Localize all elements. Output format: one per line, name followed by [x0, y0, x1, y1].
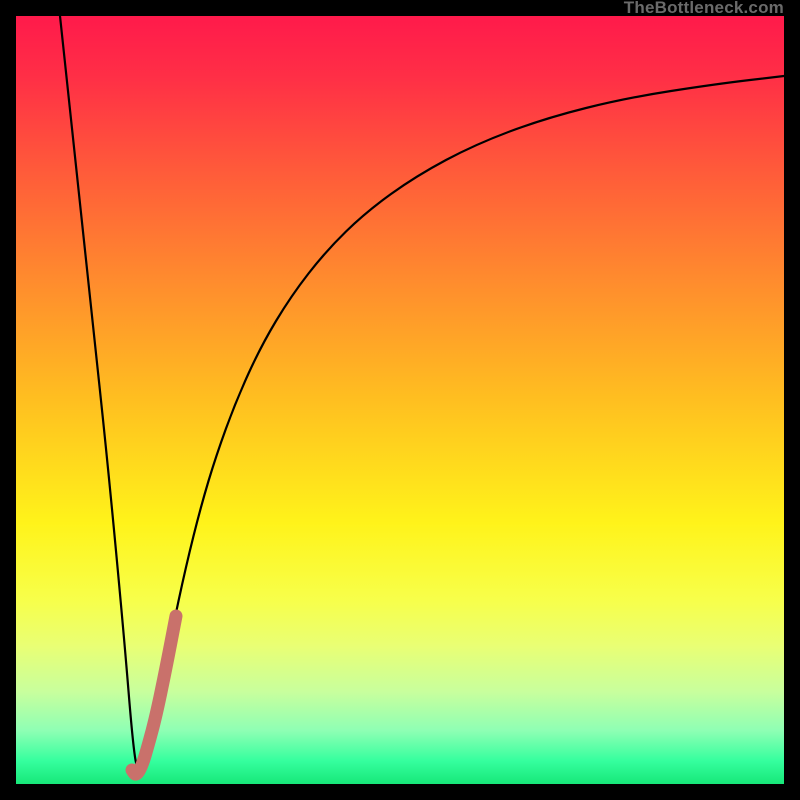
- chart-frame: TheBottleneck.com: [0, 0, 800, 800]
- plot-area: [16, 16, 784, 784]
- curve-layer: [16, 16, 784, 784]
- highlight-segment: [132, 616, 176, 774]
